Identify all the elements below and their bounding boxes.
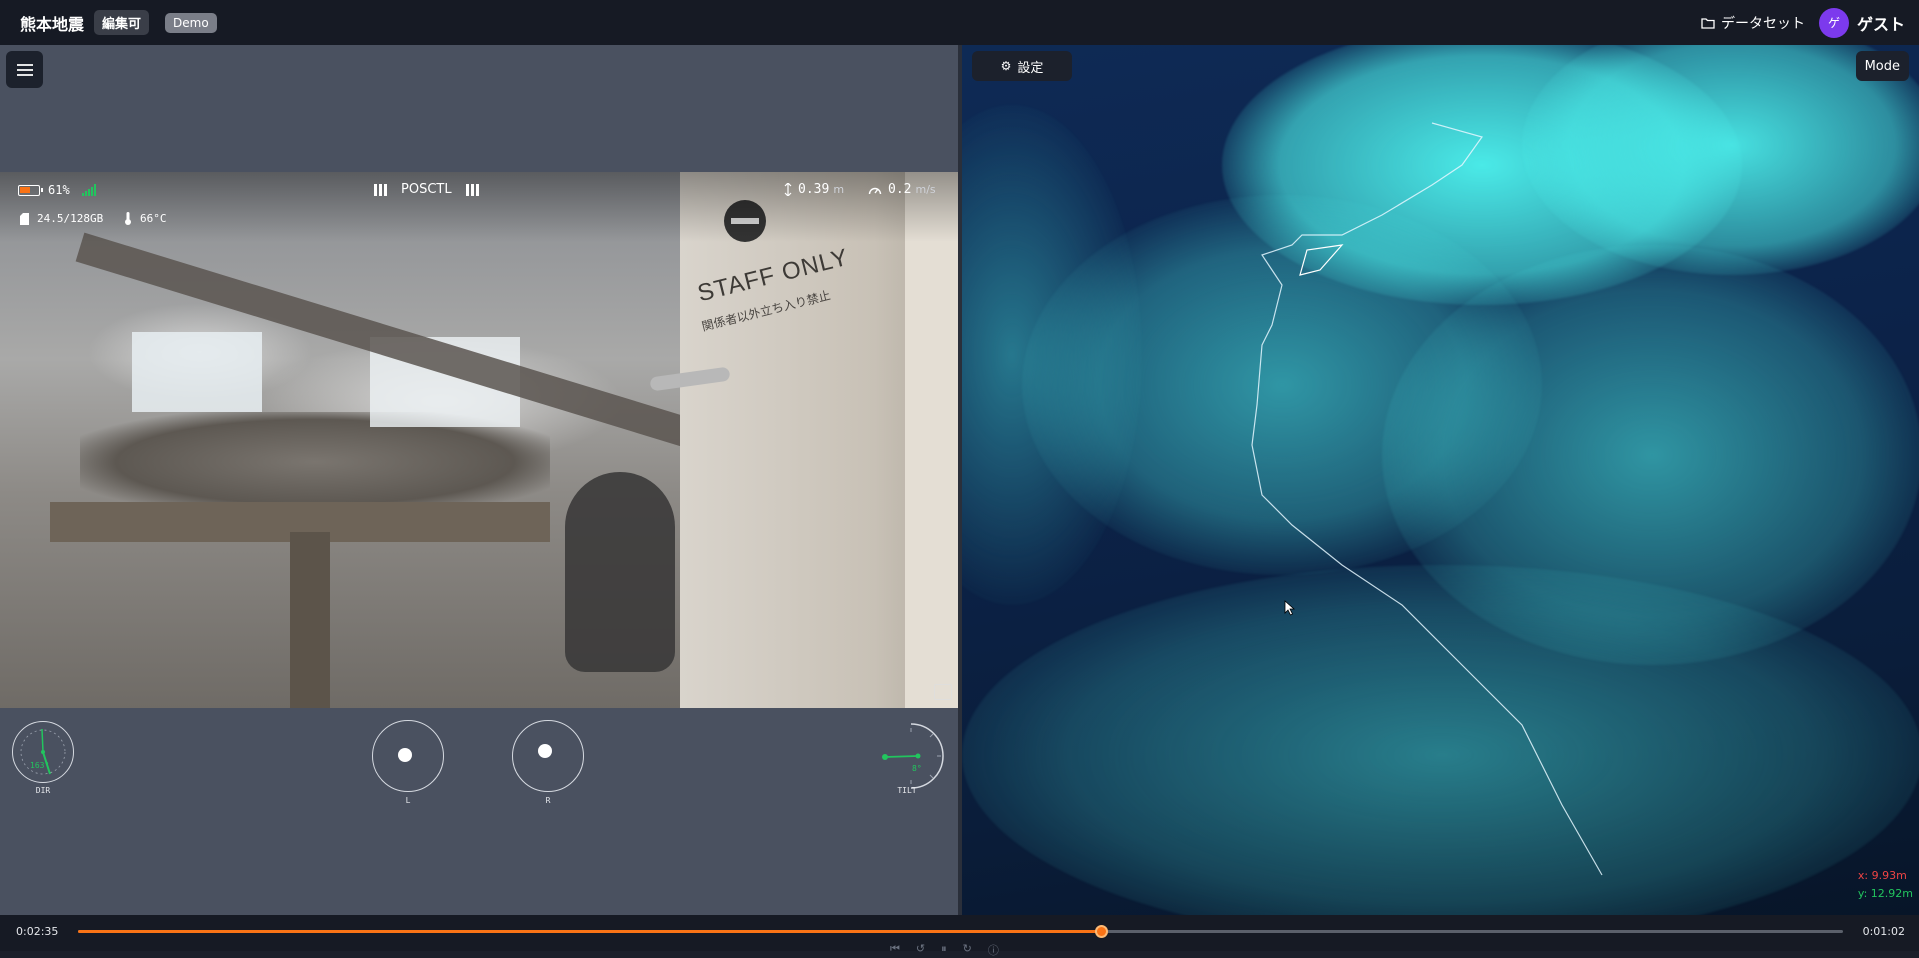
- tilt-gauge-icon: [882, 723, 944, 789]
- timeline-track[interactable]: [78, 925, 1843, 938]
- mode-button[interactable]: Mode: [1855, 51, 1909, 81]
- video-scene-chair: [565, 472, 675, 672]
- storage-value: 24.5/128GB: [37, 212, 104, 225]
- right-stick-label: R: [545, 796, 551, 805]
- direction-label: DIR: [35, 786, 51, 795]
- left-mode-bars-icon: [374, 183, 387, 196]
- speed-value: 0.2: [888, 182, 912, 197]
- right-stick-position: [538, 744, 552, 758]
- altitude-unit: m: [833, 183, 845, 196]
- y-coordinate: y: 12.92m: [1857, 887, 1913, 900]
- video-scene-desk-leg: [290, 532, 330, 708]
- speedometer-icon: [868, 187, 882, 194]
- temperature-indicator: 66°C: [124, 212, 167, 225]
- vertical-arrow-icon: [784, 183, 792, 196]
- speed-unit: m/s: [915, 183, 936, 196]
- video-scene-window: [132, 332, 262, 412]
- battery-indicator: 61%: [18, 183, 96, 197]
- gauge-panel: 163° DIR L R 8° TILT: [0, 708, 958, 908]
- menu-button[interactable]: [6, 51, 43, 88]
- direction-compass-needle-icon: [20, 728, 66, 775]
- expand-icon[interactable]: [934, 684, 952, 700]
- coordinate-readout: x: 9.93m y: 12.92m: [1858, 867, 1913, 903]
- end-time: 0:01:02: [1862, 925, 1905, 938]
- flight-path-trajectory: [1251, 122, 1603, 876]
- skip-back-icon[interactable]: ⏮: [890, 942, 900, 958]
- camera-video-feed[interactable]: STAFF ONLY 関係者以外立ち入り禁止 61% 24.5/128GB 66…: [0, 172, 958, 708]
- current-time: 0:02:35: [16, 925, 59, 938]
- gear-icon: ⚙: [1000, 59, 1012, 73]
- forward-icon[interactable]: ↻: [963, 942, 972, 958]
- altitude-indicator: 0.39 m: [784, 182, 844, 197]
- sd-card-icon: [20, 212, 29, 225]
- avatar[interactable]: ゲ: [1818, 7, 1849, 38]
- video-scene-debris: [80, 412, 550, 512]
- playback-timeline: 0:02:35 0:01:02 ⏮ ↺ ⏸ ↻ ⓘ: [0, 915, 1919, 957]
- top-bar: 熊本地震 編集可 Demo データセット ゲ ゲスト: [0, 0, 1919, 45]
- flight-mode-indicator: POSCTL: [374, 182, 479, 197]
- info-icon[interactable]: ⓘ: [988, 942, 999, 958]
- username[interactable]: ゲスト: [1857, 11, 1905, 35]
- hamburger-menu-icon: [16, 63, 33, 76]
- settings-label: 設定: [1017, 60, 1044, 76]
- thermometer-icon: [125, 212, 131, 225]
- mouse-cursor-icon: [1284, 600, 1296, 616]
- timeline-progress: [78, 930, 1102, 933]
- left-stick-position: [398, 748, 412, 762]
- project-title: 熊本地震: [20, 14, 85, 34]
- direction-value: 163°: [30, 761, 50, 770]
- point-cloud-viewer[interactable]: ⚙ 設定 Mode x: 9.93m y: 12.92m: [962, 45, 1919, 915]
- edit-permission-badge: 編集可: [94, 10, 150, 35]
- speed-indicator: 0.2 m/s: [868, 182, 936, 197]
- x-coordinate: x: 9.93m: [1857, 869, 1907, 882]
- folder-icon: [1701, 17, 1715, 29]
- temperature-value: 66°C: [140, 212, 167, 225]
- tilt-value: 8°: [912, 764, 922, 773]
- top-right-controls: データセット ゲ ゲスト: [1701, 0, 1905, 45]
- camera-panel: STAFF ONLY 関係者以外立ち入り禁止 61% 24.5/128GB 66…: [0, 45, 958, 915]
- playback-controls: ⏮ ↺ ⏸ ↻ ⓘ: [890, 942, 999, 958]
- dataset-label: データセット: [1720, 15, 1805, 32]
- timeline-scrubber-handle[interactable]: [1094, 925, 1108, 938]
- flight-mode-value: POSCTL: [401, 182, 452, 197]
- demo-badge: Demo: [165, 12, 217, 33]
- right-mode-bars-icon: [465, 183, 479, 196]
- video-scene-doorframe: [905, 172, 958, 708]
- battery-percent: 61%: [48, 183, 70, 197]
- battery-icon: [18, 184, 43, 196]
- altitude-value: 0.39: [798, 182, 830, 197]
- tilt-label: TILT: [897, 786, 917, 795]
- dataset-button[interactable]: データセット: [1701, 13, 1805, 33]
- rewind-icon[interactable]: ↺: [916, 942, 925, 958]
- storage-indicator: 24.5/128GB: [20, 212, 103, 225]
- settings-button[interactable]: ⚙ 設定: [972, 51, 1072, 81]
- signal-strength-icon: [81, 184, 96, 196]
- left-stick-label: L: [405, 796, 411, 805]
- pause-icon[interactable]: ⏸: [941, 942, 947, 958]
